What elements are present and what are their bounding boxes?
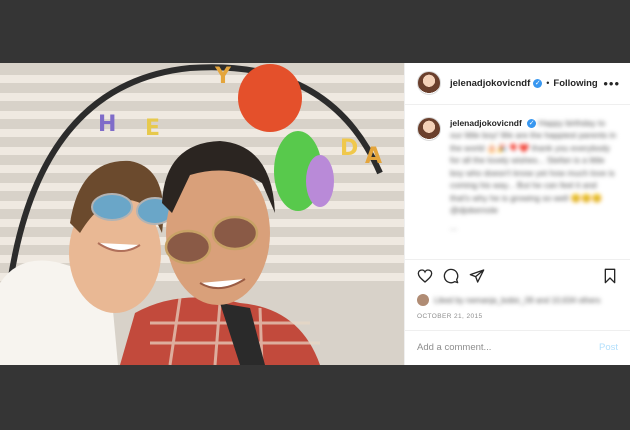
- svg-text:A: A: [365, 144, 382, 169]
- more-icon[interactable]: •••: [603, 76, 620, 91]
- share-icon[interactable]: [469, 268, 485, 284]
- post-photo-image: H E Y D A: [0, 63, 404, 365]
- post-actions: [405, 258, 630, 292]
- caption-row: jelenadjokovicndf ✓ Happy birthday to ou…: [417, 116, 618, 234]
- caption-area: jelenadjokovicndf ✓ Happy birthday to ou…: [405, 105, 630, 259]
- caption-username[interactable]: jelenadjokovicndf: [450, 118, 522, 128]
- verified-badge-icon: ✓: [533, 78, 543, 88]
- post-date[interactable]: OCTOBER 21, 2015: [405, 309, 630, 330]
- caption-more[interactable]: ...: [450, 221, 618, 234]
- instagram-post: H E Y D A jelenadjokovicndf ✓ • Followin…: [0, 63, 630, 365]
- comment-input[interactable]: Add a comment...: [417, 342, 491, 353]
- svg-text:E: E: [145, 116, 160, 141]
- heart-icon[interactable]: [417, 268, 433, 284]
- svg-text:Y: Y: [214, 64, 232, 89]
- caption-verified-icon: ✓: [527, 118, 537, 128]
- header-username[interactable]: jelenadjokovicndf: [450, 78, 530, 89]
- post-comment-button[interactable]: Post: [599, 342, 618, 353]
- liker-avatar[interactable]: [417, 294, 429, 307]
- comment-icon[interactable]: [443, 268, 459, 284]
- caption-body: Happy birthday to our little boy! We are…: [450, 117, 617, 216]
- likes-text[interactable]: Liked by nemanja_bobic_09 and 10,634 oth…: [434, 296, 600, 305]
- svg-text:H: H: [98, 112, 116, 137]
- post-header: jelenadjokovicndf ✓ • Following •••: [405, 63, 630, 105]
- post-photo[interactable]: H E Y D A: [0, 63, 404, 365]
- post-side-panel: jelenadjokovicndf ✓ • Following ••• jele…: [404, 63, 630, 365]
- likes-row: Liked by nemanja_bobic_09 and 10,634 oth…: [405, 292, 630, 309]
- comment-box: Add a comment... Post: [405, 329, 630, 365]
- svg-text:D: D: [340, 136, 358, 161]
- following-button[interactable]: Following: [553, 78, 597, 89]
- caption-text: jelenadjokovicndf ✓ Happy birthday to ou…: [450, 117, 618, 234]
- separator-dot: •: [546, 78, 550, 89]
- bookmark-icon[interactable]: [602, 268, 618, 284]
- avatar[interactable]: [417, 71, 441, 96]
- caption-avatar[interactable]: [417, 116, 441, 141]
